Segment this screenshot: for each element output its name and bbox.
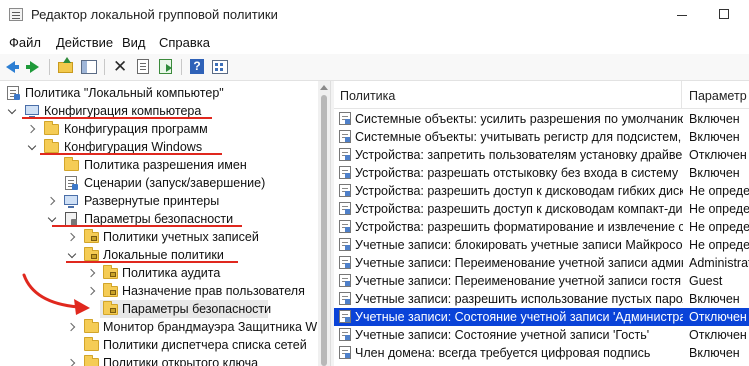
forward-arrow-icon[interactable] xyxy=(24,58,44,76)
policy-setting-icon xyxy=(339,328,351,341)
policy-setting-icon xyxy=(339,292,351,305)
menu-action[interactable]: Действие xyxy=(56,35,113,50)
tree-item-label: Политики учетных записей xyxy=(103,230,259,244)
policy-value: Не определ xyxy=(689,184,749,198)
tree-item-label: Политики диспетчера списка сетей xyxy=(103,338,307,352)
menu-view[interactable]: Вид xyxy=(122,35,146,50)
tree-item-label: Монитор брандмауэра Защитника W xyxy=(103,320,318,334)
toolbar-separator xyxy=(104,59,105,75)
maximize-button[interactable] xyxy=(704,0,749,30)
list-row[interactable]: Учетные записи: Переименование учетной з… xyxy=(334,254,749,272)
column-header-setting[interactable]: Параметр б xyxy=(689,89,749,103)
tree-item-label: Сценарии (запуск/завершение) xyxy=(84,176,266,190)
window-title: Редактор локальной групповой политики xyxy=(31,7,278,22)
help-icon[interactable]: ? xyxy=(187,58,207,76)
delete-icon[interactable]: ✕ xyxy=(110,58,130,76)
policy-name: Учетные записи: блокировать учетные запи… xyxy=(355,238,683,252)
policy-name: Учетные записи: Состояние учетной записи… xyxy=(355,310,683,324)
list-row[interactable]: Учетные записи: блокировать учетные запи… xyxy=(334,236,749,254)
toolbar-separator xyxy=(49,59,50,75)
policy-value: Включен xyxy=(689,346,740,360)
title-bar: Редактор локальной групповой политики xyxy=(0,0,749,30)
policy-value: Включен xyxy=(689,292,740,306)
list-header: Политика Параметр б xyxy=(334,81,749,109)
policy-setting-icon xyxy=(339,130,351,143)
list-row[interactable]: Устройства: запретить пользователям уста… xyxy=(334,146,749,164)
tree-item-security-options[interactable]: Параметры безопасности xyxy=(100,300,272,318)
policy-setting-icon xyxy=(339,112,351,125)
console-tree: Политика "Локальный компьютер" Конфигура… xyxy=(0,81,318,366)
menu-file[interactable]: Файл xyxy=(9,35,41,50)
policy-value: Отключен xyxy=(689,148,747,162)
policy-name: Учетные записи: разрешить использование … xyxy=(355,292,683,306)
policy-value: Не определ xyxy=(689,220,749,234)
policy-name: Системные объекты: учитывать регистр для… xyxy=(355,130,683,144)
annotation-arrow-icon xyxy=(22,273,90,315)
policy-value: Включен xyxy=(689,112,740,126)
policy-setting-icon xyxy=(339,166,351,179)
list-row[interactable]: Системные объекты: учитывать регистр для… xyxy=(334,128,749,146)
gpedit-app-icon xyxy=(9,8,23,21)
policy-name: Устройства: запретить пользователям уста… xyxy=(355,148,683,162)
policy-value: Отключен xyxy=(689,310,747,324)
policy-value: Guest xyxy=(689,274,723,288)
show-hide-tree-icon[interactable] xyxy=(79,58,99,76)
column-divider[interactable] xyxy=(681,81,682,109)
policy-setting-icon xyxy=(339,220,351,233)
policy-setting-icon xyxy=(339,274,351,287)
policy-name: Системные объекты: усилить разрешения по… xyxy=(355,112,683,126)
policy-value: Не определ xyxy=(689,238,749,252)
tree-item-label: Политики открытого ключа xyxy=(103,356,259,366)
tree-scrollbar[interactable] xyxy=(318,81,330,366)
policy-name: Устройства: разрешить доступ к дисковода… xyxy=(355,202,683,216)
toolbar: ✕ ? xyxy=(0,54,749,81)
policy-name: Устройства: разрешить доступ к дисковода… xyxy=(355,184,683,198)
folder-up-icon[interactable] xyxy=(56,57,76,76)
menu-bar: Файл Действие Вид Справка xyxy=(0,30,749,54)
properties-icon[interactable] xyxy=(133,58,153,76)
list-row[interactable]: Системные объекты: усилить разрешения по… xyxy=(334,110,749,128)
tree-item-label: Назначение прав пользователя xyxy=(122,284,305,298)
view-icon[interactable] xyxy=(210,58,230,76)
policy-name: Учетные записи: Переименование учетной з… xyxy=(355,274,682,288)
list-row[interactable]: Устройства: разрешить доступ к дисковода… xyxy=(334,200,749,218)
policy-name: Устройства: разрешать отстыковку без вхо… xyxy=(355,166,679,180)
list-row[interactable]: Член домена: всегда требуется цифровая п… xyxy=(334,344,749,362)
policy-value: Не определ xyxy=(689,202,749,216)
list-row[interactable]: Учетные записи: разрешить использование … xyxy=(334,290,749,308)
policy-setting-icon xyxy=(339,238,351,251)
policy-value: Включен xyxy=(689,166,740,180)
policy-list: Политика Параметр б Системные объекты: у… xyxy=(334,81,749,366)
policy-name: Учетные записи: Переименование учетной з… xyxy=(355,256,683,270)
policy-name: Учетные записи: Состояние учетной записи… xyxy=(355,328,650,342)
tree-item-label: Политика аудита xyxy=(122,266,221,280)
list-row[interactable]: Учетные записи: Состояние учетной записи… xyxy=(334,326,749,344)
column-header-policy[interactable]: Политика xyxy=(340,89,395,103)
list-row[interactable]: Устройства: разрешить форматирование и и… xyxy=(334,218,749,236)
scrollbar-thumb[interactable] xyxy=(321,95,327,366)
list-row-selected[interactable]: Учетные записи: Состояние учетной записи… xyxy=(334,308,749,326)
policy-name: Член домена: всегда требуется цифровая п… xyxy=(355,346,651,360)
scroll-up-arrow-icon[interactable] xyxy=(320,85,328,90)
policy-setting-icon xyxy=(339,148,351,161)
policy-setting-icon xyxy=(339,184,351,197)
policy-setting-icon xyxy=(339,346,351,359)
policy-name: Устройства: разрешить форматирование и и… xyxy=(355,220,683,234)
policy-setting-icon xyxy=(339,256,351,269)
menu-help[interactable]: Справка xyxy=(159,35,210,50)
tree-item-label: Параметры безопасности xyxy=(122,302,272,316)
list-row[interactable]: Устройства: разрешать отстыковку без вхо… xyxy=(334,164,749,182)
list-row[interactable]: Устройства: разрешить доступ к дисковода… xyxy=(334,182,749,200)
policy-setting-icon xyxy=(339,202,351,215)
list-row[interactable]: Учетные записи: Переименование учетной з… xyxy=(334,272,749,290)
policy-value: Administrat xyxy=(689,256,749,270)
policy-value: Отключен xyxy=(689,328,747,342)
back-arrow-icon[interactable] xyxy=(3,58,23,76)
minimize-button[interactable] xyxy=(659,0,704,30)
policy-value: Включен xyxy=(689,130,740,144)
policy-setting-icon xyxy=(339,310,351,323)
export-list-icon[interactable] xyxy=(156,58,176,76)
toolbar-separator xyxy=(181,59,182,75)
tree-item-label: Локальные политики xyxy=(103,248,224,262)
